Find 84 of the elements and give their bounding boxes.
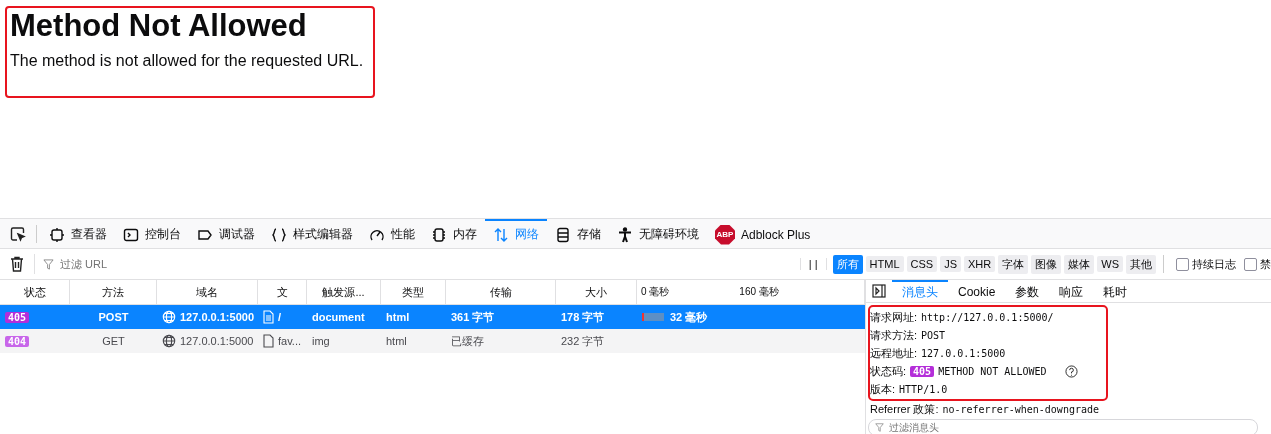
field-label: Referrer 政策: <box>870 402 939 417</box>
devtools-tab[interactable]: 查看器 <box>41 219 115 248</box>
field-value: no-referrer-when-downgrade <box>942 404 1099 415</box>
devtools-tab[interactable]: 无障碍环境 <box>609 219 707 248</box>
pause-button[interactable]: | | <box>799 258 827 270</box>
braces-icon <box>271 226 287 243</box>
trash-icon[interactable] <box>10 256 24 272</box>
table-cell-text: 178 字节 <box>560 309 606 325</box>
table-cell-text: html <box>385 334 408 349</box>
field-value: METHOD NOT ALLOWED <box>938 365 1047 377</box>
error-message: The method is not allowed for the requested URL. <box>10 52 364 70</box>
type-filter-button[interactable]: JS <box>940 256 962 272</box>
table-cell-text: POST <box>97 310 130 325</box>
devtools-tab[interactable]: 内存 <box>423 219 485 248</box>
details-tab[interactable]: 消息头 <box>892 280 948 302</box>
table-cell: 127.0.0.1:5000 <box>157 305 258 329</box>
target-icon <box>49 226 65 243</box>
details-tab[interactable]: 响应 <box>1049 280 1094 302</box>
table-cell-text: img <box>311 334 331 349</box>
field-label: 远程地址: <box>870 345 918 361</box>
funnel-icon <box>43 258 54 270</box>
header-filter-field[interactable]: 过滤消息头 <box>868 419 1258 434</box>
page-heading: Method Not Allowed <box>10 8 308 44</box>
url-filter-field[interactable]: 过滤 URL <box>58 257 162 271</box>
file-icon <box>263 334 274 348</box>
element-picker-icon[interactable] <box>10 225 26 242</box>
chip-icon <box>431 226 447 243</box>
type-filter-button[interactable]: 图像 <box>1031 254 1062 274</box>
field-value: 127.0.0.1:5000 <box>921 347 1006 359</box>
console-icon <box>123 226 139 243</box>
table-cell-text: GET <box>101 334 126 349</box>
type-filter-button[interactable]: HTML <box>865 256 904 272</box>
devtools-tab[interactable]: 调试器 <box>189 219 263 248</box>
devtools-tab[interactable]: 网络 <box>485 219 547 248</box>
field-value: http://127.0.0.1:5000/ <box>921 311 1054 323</box>
details-tab[interactable]: 参数 <box>1005 280 1050 302</box>
devtools-tab[interactable]: ABP Adblock Plus <box>707 219 819 248</box>
type-filter-button[interactable]: 媒体 <box>1064 254 1095 274</box>
field-label: 版本: <box>870 381 896 397</box>
type-filter-button[interactable]: WS <box>1097 256 1123 272</box>
field-label: 状态码: <box>870 363 907 379</box>
document-icon <box>263 310 274 324</box>
field-label: 请求方法: <box>870 327 918 343</box>
type-filter-button[interactable]: CSS <box>906 256 938 272</box>
field-value: HTTP/1.0 <box>899 383 948 395</box>
status-badge: 405 <box>910 365 935 377</box>
field-label: 请求网址: <box>870 309 918 325</box>
status-badge: 405 <box>5 311 30 323</box>
table-cell: / <box>258 305 307 329</box>
type-filter-button[interactable]: 所有 <box>832 254 863 274</box>
devtools-tab[interactable]: 控制台 <box>115 219 189 248</box>
checkbox-label: 持续日志 <box>1192 256 1236 272</box>
globe-icon <box>162 310 176 324</box>
request-row[interactable]: 404 GET 127.0.0.1:5000 fav... img html 已缓存 232 字节 <box>0 329 865 353</box>
devtools-tab[interactable]: 存储 <box>547 219 609 248</box>
request-row[interactable]: 405 POST 127.0.0.1:5000 / document html 361 字节 178 字节 32 毫秒 <box>0 305 865 329</box>
checkbox[interactable] <box>1244 257 1257 271</box>
table-cell-text: 232 字节 <box>560 333 606 349</box>
table-cell: 127.0.0.1:5000 <box>157 329 258 353</box>
devtools-tab[interactable]: 样式编辑器 <box>263 219 361 248</box>
storage-icon <box>555 226 571 243</box>
arrows-icon <box>493 226 509 243</box>
timing-cell: 32 毫秒 <box>637 305 865 329</box>
table-cell-text: html <box>385 310 411 325</box>
type-filter-button[interactable]: 其他 <box>1126 254 1156 274</box>
person-icon <box>617 226 633 243</box>
globe-icon <box>162 334 176 348</box>
checkbox[interactable] <box>1176 257 1189 271</box>
details-tab[interactable]: 耗时 <box>1093 280 1138 302</box>
field-value: POST <box>921 329 946 341</box>
checkbox-label: 禁 <box>1260 256 1271 272</box>
table-cell-text: document <box>311 310 366 325</box>
table-cell: fav... <box>258 329 307 353</box>
status-badge: 404 <box>5 335 30 347</box>
help-icon[interactable] <box>1064 364 1078 378</box>
funnel-icon <box>875 423 884 432</box>
type-filter-button[interactable]: XHR <box>964 256 996 272</box>
abp-icon: ABP <box>715 224 735 245</box>
devtools-tab[interactable]: 性能 <box>361 219 423 248</box>
panel-toggle-icon[interactable] <box>872 284 886 298</box>
type-filter-button[interactable]: 字体 <box>998 254 1029 274</box>
table-cell-text: 361 字节 <box>450 309 496 325</box>
table-cell-text: 已缓存 <box>450 333 485 349</box>
details-tab[interactable]: Cookie <box>948 280 1006 302</box>
